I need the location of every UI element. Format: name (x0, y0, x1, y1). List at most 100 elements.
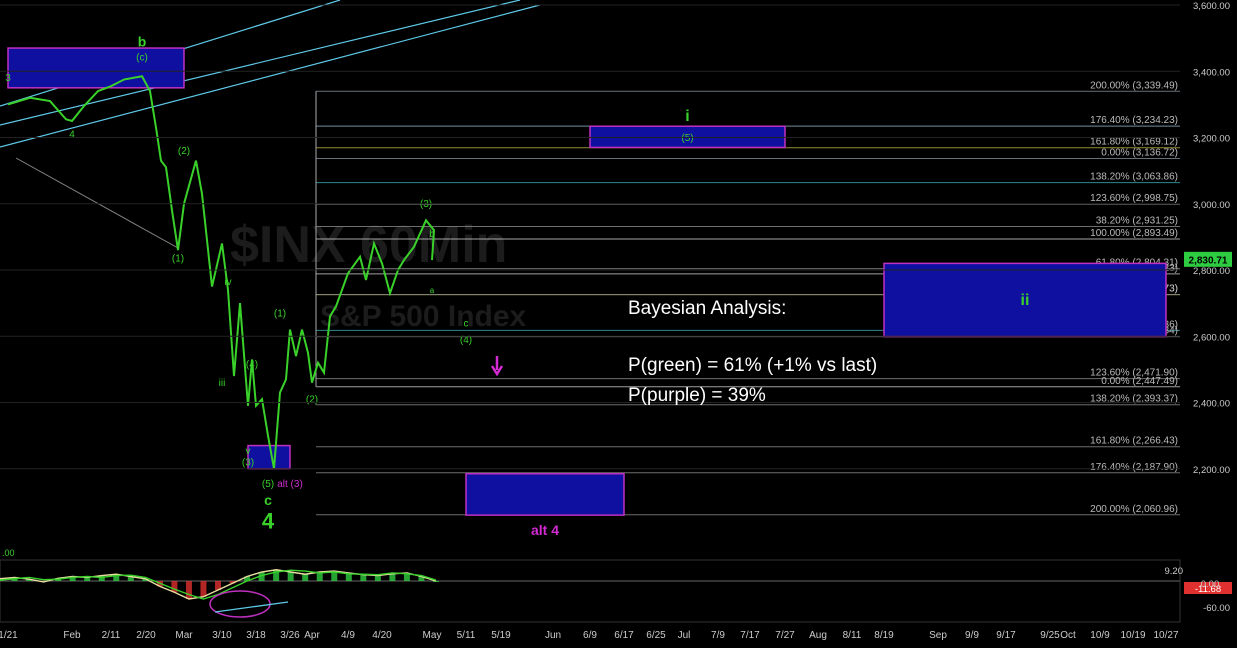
last-price-label: 2,830.71 (1189, 255, 1228, 266)
y-tick-label: 3,400.00 (1193, 67, 1230, 78)
fib-level-label: 161.80% (3,169.12) (1090, 137, 1178, 148)
x-tick-label: 9/25 (1040, 630, 1060, 641)
fib-level-label: 200.00% (3,339.49) (1090, 80, 1178, 91)
x-tick-label: 8/11 (843, 630, 862, 641)
watermark-subtitle: S&P 500 Index (320, 300, 527, 333)
wave-label: 4 (69, 130, 75, 141)
x-tick-label: 6/25 (646, 630, 666, 641)
y-tick-label: 2,400.00 (1193, 399, 1230, 410)
x-tick-label: 7/9 (711, 630, 725, 641)
wave-label: (2) (178, 146, 190, 157)
indicator-histogram-bar (374, 575, 381, 581)
x-tick-label: 6/17 (614, 630, 634, 641)
fib-level-label: 0.00% (2,447.49) (1101, 376, 1178, 387)
fib-level-label: 176.40% (2,187.90) (1090, 462, 1178, 473)
indicator-label: 9.20 (1165, 566, 1184, 577)
fib-level-label: 176.40% (3,234.23) (1090, 115, 1178, 126)
wave-label: (3) (242, 457, 254, 468)
fib-level-label: 38.20% (2,931.25) (1096, 216, 1178, 227)
x-tick-label: Jul (678, 630, 691, 641)
x-tick-label: 3/18 (246, 630, 266, 641)
chart-canvas: $INX 60Min S&P 500 Index 200.00% (3,339.49… (0, 0, 1237, 643)
y-tick-label: 2,600.00 (1193, 332, 1230, 343)
chart-svg: $INX 60MinS&P 500 Index200.00% (3,339.49… (0, 0, 1237, 643)
target-box-label: alt 4 (531, 522, 559, 538)
x-tick-label: 7/27 (775, 630, 795, 641)
wave-label: iv (224, 277, 231, 288)
x-tick-label: Feb (63, 630, 81, 641)
x-tick-label: 9/17 (996, 630, 1016, 641)
target-box (465, 472, 625, 516)
x-tick-label: 5/11 (457, 630, 476, 641)
fib-level-label: 100.00% (2,893.49) (1090, 228, 1178, 239)
bayesian-purple-probability: P(purple) = 39% (628, 385, 766, 406)
x-tick-label: 10/19 (1120, 630, 1145, 641)
fib-level-label: 138.20% (2,393.37) (1090, 394, 1178, 405)
x-tick-label: May (423, 630, 442, 641)
wave-label: (5) (262, 479, 274, 490)
x-tick-label: 9/9 (965, 630, 979, 641)
x-tick-label: Apr (304, 630, 320, 641)
y-tick-label: 3,000.00 (1193, 200, 1230, 211)
x-tick-label: 1/21 (0, 630, 18, 641)
x-tick-label: 3/26 (280, 630, 300, 641)
x-tick-label: 3/10 (212, 630, 232, 641)
target-box (247, 444, 291, 470)
y-tick-label: 3,600.00 (1193, 1, 1230, 12)
fib-level-label: 161.80% (2,266.43) (1090, 436, 1178, 447)
wave-label: c (464, 318, 469, 329)
indicator-histogram-bar (287, 572, 294, 581)
indicator-label: -60.00 (1203, 603, 1230, 614)
fib-level-label: 200.00% (2,060.96) (1090, 504, 1178, 515)
indicator-left-label: .00 (2, 548, 15, 558)
x-tick-label: 7/17 (740, 630, 760, 641)
target-box-label: i (685, 108, 689, 125)
wave-label: (1) (274, 308, 286, 319)
wave-label: 3 (5, 73, 11, 84)
indicator-histogram-bar (389, 573, 396, 581)
wave-label: (4) (246, 360, 258, 371)
y-tick-label: 2,200.00 (1193, 465, 1230, 476)
wave-label: (c) (136, 53, 148, 64)
x-tick-label: Oct (1060, 630, 1076, 641)
bayesian-title: Bayesian Analysis: (628, 298, 787, 319)
wave-label: b (138, 33, 147, 49)
x-tick-label: 6/9 (583, 630, 597, 641)
x-tick-label: 5/19 (491, 630, 511, 641)
x-tick-label: 4/20 (372, 630, 392, 641)
x-tick-label: 2/20 (136, 630, 156, 641)
x-tick-label: Mar (175, 630, 193, 641)
indicator-histogram-bar (433, 581, 439, 582)
target-box (7, 47, 185, 89)
wave-label: c (264, 492, 272, 508)
target-box-sublabel: (5) (681, 133, 693, 144)
indicator-histogram-bar (200, 581, 207, 597)
wave-label: (1) (172, 254, 184, 265)
wave-label: 4 (262, 508, 275, 533)
bayesian-green-probability: P(green) = 61% (+1% vs last) (628, 355, 878, 376)
x-tick-label: Aug (809, 630, 827, 641)
indicator-histogram-bar (185, 581, 192, 599)
fib-level-label: 0.00% (3,136.72) (1101, 147, 1178, 158)
x-tick-label: 10/9 (1090, 630, 1110, 641)
fib-level-label: 138.20% (3,063.86) (1090, 172, 1178, 183)
y-tick-label: 3,200.00 (1193, 134, 1230, 145)
target-box-label: ii (1021, 292, 1030, 309)
indicator-histogram-bar (302, 574, 309, 581)
x-tick-label: Jun (545, 630, 561, 641)
x-tick-label: 2/11 (102, 630, 121, 641)
wave-label: iii (219, 378, 226, 389)
wave-label: (2) (306, 395, 318, 406)
indicator-histogram-bar (360, 574, 367, 581)
wave-label: b (429, 229, 435, 240)
wave-label: alt (3) (277, 479, 303, 490)
x-tick-label: Sep (929, 630, 947, 641)
wave-label: (3) (420, 199, 432, 210)
y-tick-label: 2,800.00 (1193, 266, 1230, 277)
indicator-label: 0.00 (1201, 579, 1220, 590)
x-tick-label: 4/9 (341, 630, 355, 641)
fib-level-label: 123.60% (2,998.75) (1090, 193, 1178, 204)
wave-label: v (246, 446, 251, 457)
x-tick-label: 8/19 (874, 630, 894, 641)
wave-label: a (430, 286, 435, 295)
